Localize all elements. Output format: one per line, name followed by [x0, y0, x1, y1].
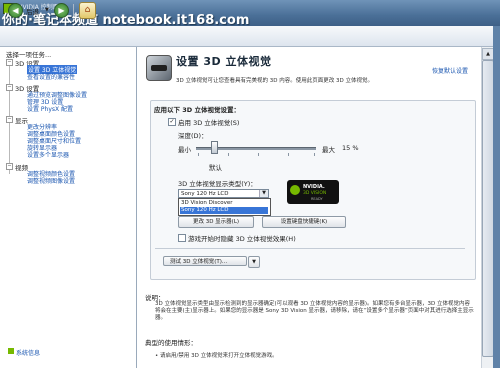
panel-divider: [155, 248, 465, 249]
nvidia-eye-icon: [290, 185, 300, 195]
toolbar: [0, 26, 500, 47]
collapse-icon[interactable]: −: [6, 59, 13, 66]
forward-arrow-icon[interactable]: ▶: [54, 3, 69, 18]
slider-tick: [258, 153, 259, 156]
window-frame-right: [493, 26, 500, 368]
toolbar-separator: [73, 4, 74, 16]
sidebar-item-physx[interactable]: 设置 PhysX 配置: [27, 104, 73, 113]
depth-value: 15 %: [342, 144, 359, 152]
test-stereo-button[interactable]: 测试 3D 立体视觉(T)...: [163, 256, 247, 266]
system-info-icon: [8, 348, 14, 354]
depth-min-label: 最小: [178, 146, 191, 154]
sidebar-item-compat[interactable]: 查看设置的兼容性: [27, 72, 75, 81]
collapse-icon[interactable]: −: [6, 84, 13, 91]
test-dropdown-chevron-icon[interactable]: ▼: [248, 256, 260, 268]
hide-in-game-checkbox[interactable]: [178, 234, 186, 242]
depth-max-label: 最大: [322, 146, 335, 154]
enable-stereo-checkbox[interactable]: ✓: [168, 118, 176, 126]
set-shortcuts-button[interactable]: 设置键盘快捷键(K): [262, 216, 346, 228]
restore-defaults-link[interactable]: 恢复默认设置: [432, 66, 468, 75]
depth-default-label: 默认: [209, 164, 222, 172]
collapse-icon[interactable]: −: [6, 163, 13, 170]
logo-product: 3D VISION: [303, 191, 327, 196]
collapse-icon[interactable]: −: [6, 116, 13, 123]
section-title: 应用以下 3D 立体视觉设置：: [154, 106, 240, 114]
dropdown-option[interactable]: 3D Vision Discover: [180, 200, 268, 207]
back-dropdown-chevron-icon[interactable]: ▼: [45, 7, 49, 13]
depth-label: 深度(D)：: [178, 132, 208, 140]
chevron-down-icon[interactable]: ▼: [259, 190, 268, 197]
slider-tick: [228, 153, 229, 156]
typical-usage-item: • 请启用/禁用 3D 立体视觉来打开立体视觉游戏。: [155, 353, 278, 359]
typical-usage-title: 典型的使用情形：: [145, 339, 197, 347]
change-display-button[interactable]: 更改 3D 显示器(L): [178, 216, 254, 228]
sidebar-item-multi-display[interactable]: 设置多个显示器: [27, 150, 69, 159]
3d-glasses-icon: [146, 55, 172, 81]
hide-in-game-label[interactable]: 游戏开始时隐藏 3D 立体视觉效果(H): [188, 233, 296, 243]
slider-tick: [288, 153, 289, 156]
back-button-label[interactable]: 后退: [26, 6, 39, 16]
system-info-label[interactable]: 系统信息: [16, 350, 40, 357]
system-info-link[interactable]: 系统信息: [8, 348, 40, 357]
slider-tick: [314, 153, 315, 156]
page-description: 3D 立体视觉可让您查看具有完美视的 3D 内容。使用此页面更改 3D 立体视觉…: [176, 78, 373, 84]
logo-brand: NVIDIA.: [303, 184, 325, 190]
test-stereo-label: 测试 3D 立体视觉(T)...: [170, 259, 228, 265]
notes-body: 3D 立体视觉显示类型由显示检测到的显示器确定(可以观看 3D 立体视觉内容的显…: [155, 301, 474, 321]
logo-ready: READY: [311, 197, 323, 201]
enable-stereo-label[interactable]: 启用 3D 立体视觉(S): [178, 117, 239, 127]
slider-tick: [198, 153, 199, 156]
nvidia-3d-vision-logo: NVIDIA. 3D VISION READY: [287, 180, 339, 204]
dropdown-option-selected[interactable]: Sony 120 Hz LCD: [180, 207, 268, 214]
display-type-dropdown: 3D Vision Discover Sony 120 Hz LCD: [178, 198, 271, 216]
display-type-value: Sony 120 Hz LCD: [181, 191, 229, 197]
display-type-select[interactable]: Sony 120 Hz LCD ▼: [178, 189, 269, 198]
home-icon[interactable]: ⌂: [79, 2, 96, 19]
sidebar-item-video-image[interactable]: 调整视频图像设置: [27, 176, 75, 185]
depth-slider-thumb[interactable]: [211, 141, 218, 154]
page-title: 设置 3D 立体视觉: [176, 55, 272, 68]
back-arrow-icon[interactable]: ◀: [8, 3, 23, 18]
display-type-label: 3D 立体视觉显示类型(Y)：: [178, 180, 257, 188]
